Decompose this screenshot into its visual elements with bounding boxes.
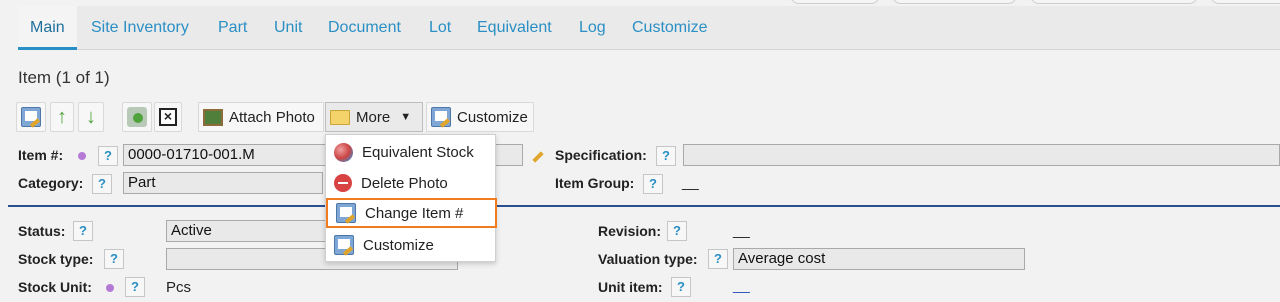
photo-icon <box>203 108 223 126</box>
arrow-down-icon: ↓ <box>86 105 96 128</box>
stock-unit-label: Stock Unit: <box>18 279 92 295</box>
page-title: Item (1 of 1) <box>18 68 110 87</box>
move-up-button[interactable]: ↑ <box>50 102 74 132</box>
swap-icon <box>127 107 147 127</box>
menu-item-customize[interactable]: Customize <box>326 230 497 260</box>
revision-value: __ <box>733 222 750 239</box>
section-divider <box>8 205 1280 207</box>
arrow-up-icon: ↑ <box>57 105 67 128</box>
cubes-icon <box>334 142 353 162</box>
category-help-button[interactable]: ? <box>92 174 112 194</box>
item-number-help-button[interactable]: ? <box>98 146 118 166</box>
tab-customize[interactable]: Customize <box>620 6 720 50</box>
category-field[interactable]: Part <box>123 172 323 194</box>
close-x-icon: × <box>159 108 177 126</box>
tab-main[interactable]: Main <box>18 6 77 50</box>
notepad-edit-icon <box>21 107 41 127</box>
toolbar: ↑ ↓ × Attach Photo More ▼ Customize <box>16 102 1280 132</box>
caret-down-icon: ▼ <box>400 111 412 123</box>
top-pill-button[interactable] <box>1210 0 1280 4</box>
close-button[interactable]: × <box>154 102 182 132</box>
specification-label: Specification: <box>555 147 647 163</box>
unit-item-help-button[interactable]: ? <box>671 277 691 297</box>
menu-item-label: Customize <box>363 236 434 254</box>
tab-equivalent[interactable]: Equivalent <box>465 6 564 50</box>
tab-site-inventory[interactable]: Site Inventory <box>79 6 201 50</box>
valuation-type-help-button[interactable]: ? <box>708 249 728 269</box>
attach-photo-button[interactable]: Attach Photo <box>198 102 324 132</box>
attach-photo-label: Attach Photo <box>229 108 315 126</box>
notepad-edit-icon <box>336 203 356 223</box>
specification-field[interactable] <box>683 144 1280 166</box>
customize-label: Customize <box>457 108 528 126</box>
swap-button[interactable] <box>122 102 152 132</box>
unit-item-label: Unit item: <box>598 279 663 295</box>
more-dropdown-menu: Equivalent Stock Delete Photo Change Ite… <box>325 134 497 262</box>
tab-unit[interactable]: Unit <box>262 6 314 50</box>
menu-item-label: Equivalent Stock <box>362 143 474 161</box>
tab-log[interactable]: Log <box>567 6 618 50</box>
top-pill-button[interactable] <box>892 0 1017 4</box>
notepad-edit-icon <box>334 235 354 255</box>
pencil-edit-icon[interactable] <box>532 151 544 163</box>
tab-document[interactable]: Document <box>316 6 413 50</box>
menu-item-delete-photo[interactable]: Delete Photo <box>326 168 497 198</box>
folder-icon <box>330 109 350 125</box>
valuation-type-label: Valuation type: <box>598 251 698 267</box>
specification-help-button[interactable]: ? <box>656 146 676 166</box>
tab-lot[interactable]: Lot <box>417 6 463 50</box>
unit-item-link[interactable]: __ <box>733 277 750 294</box>
valuation-type-field[interactable]: Average cost <box>733 248 1025 270</box>
customize-button[interactable]: Customize <box>426 102 534 132</box>
item-number-label: Item #: <box>18 147 64 163</box>
status-label: Status: <box>18 223 66 239</box>
stock-type-label: Stock type: <box>18 251 94 267</box>
revision-help-button[interactable]: ? <box>667 221 687 241</box>
tab-bar: Main Site Inventory Part Unit Document L… <box>18 6 1280 50</box>
edit-button[interactable] <box>16 102 46 132</box>
more-label: More <box>356 108 391 126</box>
required-dot <box>106 284 114 292</box>
delete-icon <box>334 174 352 192</box>
required-dot <box>78 152 86 160</box>
more-dropdown-button[interactable]: More ▼ <box>325 102 423 132</box>
stock-type-help-button[interactable]: ? <box>104 249 124 269</box>
status-field[interactable]: Active <box>166 220 326 242</box>
move-down-button[interactable]: ↓ <box>78 102 104 132</box>
notepad-edit-icon <box>431 107 451 127</box>
menu-item-equivalent-stock[interactable]: Equivalent Stock <box>326 137 497 167</box>
item-group-label: Item Group: <box>555 175 635 191</box>
revision-label: Revision: <box>598 223 662 239</box>
menu-item-label: Delete Photo <box>361 174 448 192</box>
top-pill-button[interactable] <box>790 0 880 4</box>
item-group-help-button[interactable]: ? <box>643 174 663 194</box>
tab-part[interactable]: Part <box>206 6 259 50</box>
item-group-value: __ <box>682 174 699 191</box>
menu-item-label: Change Item # <box>365 204 464 222</box>
category-label: Category: <box>18 175 84 191</box>
stock-unit-value: Pcs <box>166 279 192 296</box>
menu-item-change-item-number[interactable]: Change Item # <box>326 198 497 228</box>
stock-unit-help-button[interactable]: ? <box>125 277 145 297</box>
top-pill-button[interactable] <box>1030 0 1198 4</box>
status-help-button[interactable]: ? <box>73 221 93 241</box>
